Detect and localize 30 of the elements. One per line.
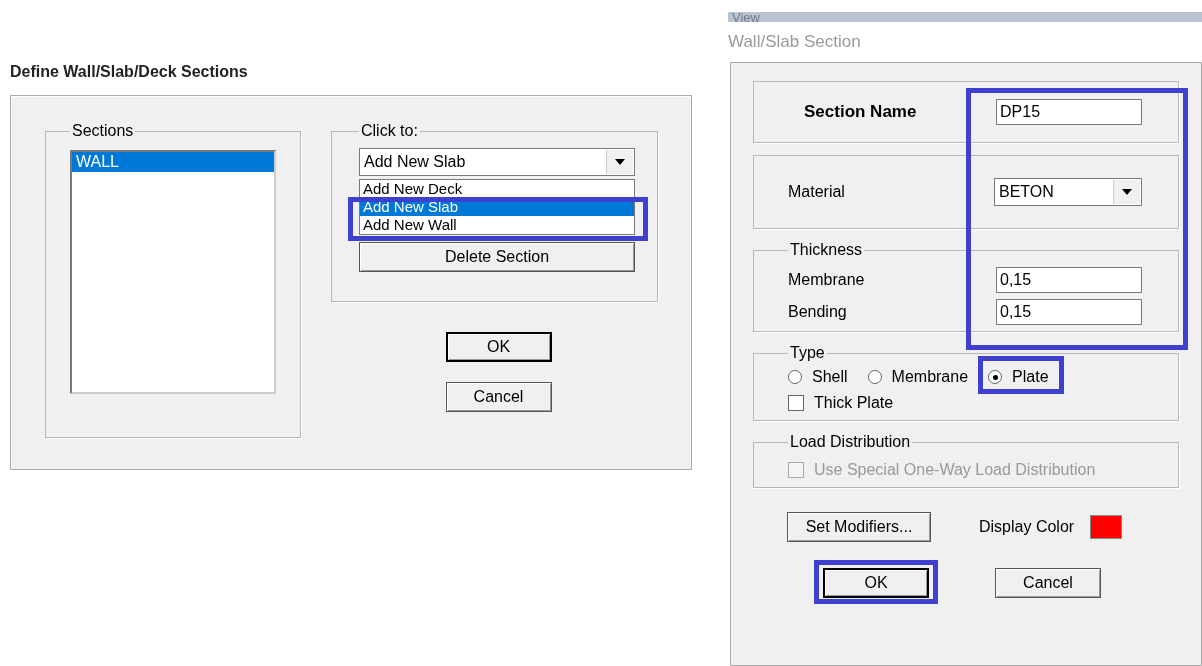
dropdown-option[interactable]: Add New Deck: [360, 180, 634, 198]
radio-option[interactable]: Membrane: [867, 368, 969, 386]
dropdown[interactable]: Add New Slab: [359, 148, 635, 176]
dropdown-option[interactable]: Add New Wall: [360, 216, 634, 234]
field-label: Section Name: [804, 102, 917, 122]
group-label: Click to:: [360, 122, 419, 140]
group-label: Sections: [71, 122, 135, 140]
delete-section-button[interactable]: Delete Section: [359, 242, 635, 272]
ok-button[interactable]: OK: [445, 332, 552, 362]
field-label: Material: [788, 183, 845, 201]
group-label: Load Distribution: [789, 433, 912, 451]
list-item[interactable]: WALL: [72, 152, 274, 172]
group-label: Type: [789, 344, 826, 362]
set-modifiers-button[interactable]: Set Modifiers...: [787, 512, 931, 542]
field-label: Display Color: [979, 518, 1075, 536]
field-label: Bending: [788, 303, 847, 321]
cancel-button[interactable]: Cancel: [995, 568, 1101, 598]
ok-button[interactable]: OK: [823, 568, 929, 598]
thickness-field[interactable]: 0,15: [996, 267, 1142, 293]
section-name-field[interactable]: DP15: [996, 99, 1142, 125]
field-label: Membrane: [788, 271, 865, 289]
thickness-field[interactable]: 0,15: [996, 299, 1142, 325]
checkbox-option[interactable]: Thick Plate: [788, 394, 1142, 412]
dialog-title: Define Wall/Slab/Deck Sections: [10, 63, 249, 82]
radio-option[interactable]: Plate: [988, 368, 1049, 386]
group-label: Thickness: [789, 241, 864, 259]
dialog-title: Wall/Slab Section: [728, 32, 862, 53]
cancel-button[interactable]: Cancel: [445, 382, 552, 412]
material-dropdown[interactable]: BETON: [994, 178, 1142, 206]
radio-option[interactable]: Shell: [788, 368, 848, 386]
